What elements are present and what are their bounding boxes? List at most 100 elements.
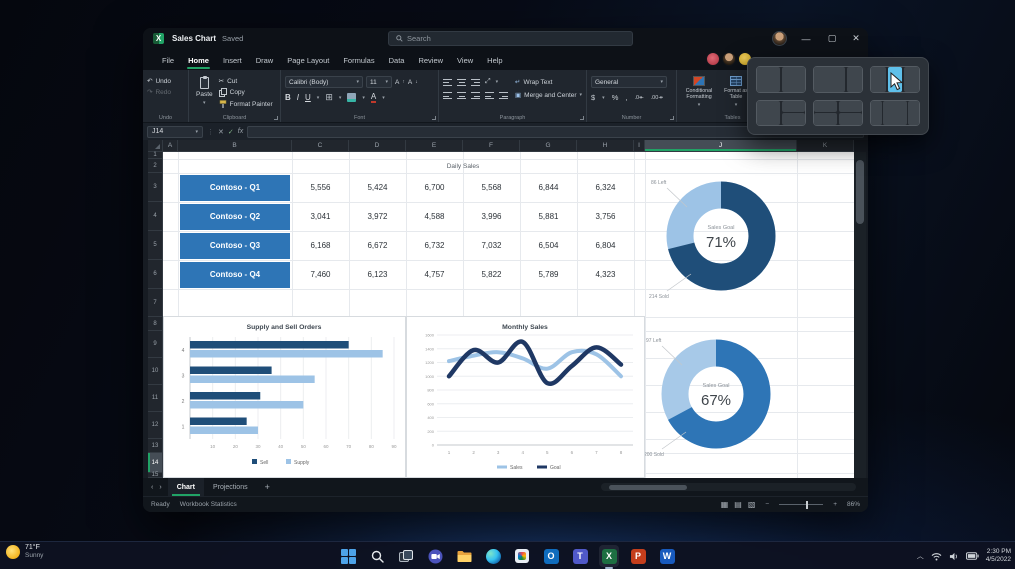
snap-zone[interactable]: [814, 101, 837, 113]
enter-formula-icon[interactable]: ✓: [228, 128, 234, 136]
table-cell[interactable]: 5,822: [463, 260, 520, 289]
paragraph-dialog-launcher[interactable]: [580, 116, 584, 120]
ribbon-tab-draw[interactable]: Draw: [249, 52, 281, 70]
close-button[interactable]: ✕: [844, 28, 868, 49]
powerpoint-icon[interactable]: P: [628, 545, 648, 567]
cut-button[interactable]: ✂Cut: [219, 77, 273, 85]
ribbon-tab-help[interactable]: Help: [480, 52, 509, 70]
line-chart[interactable]: Monthly Sales020040060080010001200140016…: [406, 316, 645, 478]
table-cell[interactable]: 3,756: [577, 202, 634, 231]
tray-chevron-icon[interactable]: ︿: [917, 551, 924, 561]
table-cell[interactable]: 5,789: [520, 260, 577, 289]
zoom-slider[interactable]: [779, 504, 823, 506]
font-dialog-launcher[interactable]: [432, 116, 436, 120]
table-cell[interactable]: 4,588: [406, 202, 463, 231]
donut-chart[interactable]: Sales Goal67%97 Left200 Sold: [640, 318, 792, 470]
table-cell[interactable]: 5,424: [349, 173, 406, 202]
workbook-statistics-button[interactable]: Workbook Statistics: [180, 501, 237, 508]
decrease-decimal-button[interactable]: .00↠: [651, 95, 663, 101]
sheet-cells-area[interactable]: Daily SalesContoso - Q15,5565,4246,7005,…: [163, 152, 854, 478]
snap-zone[interactable]: [839, 113, 862, 125]
snap-layout-option-4[interactable]: [756, 100, 806, 127]
table-cell[interactable]: 5,881: [520, 202, 577, 231]
snap-zone[interactable]: [847, 67, 862, 92]
table-cell[interactable]: 7,032: [463, 231, 520, 260]
column-header-G[interactable]: G: [520, 140, 577, 152]
font-size-select[interactable]: 11▾: [366, 76, 392, 88]
table-cell[interactable]: 6,732: [406, 231, 463, 260]
align-center-button[interactable]: [457, 92, 466, 99]
ribbon-tab-review[interactable]: Review: [411, 52, 450, 70]
column-header-J[interactable]: J: [645, 140, 797, 152]
snap-zone[interactable]: [904, 67, 919, 92]
snap-zone[interactable]: [839, 101, 862, 113]
ribbon-tab-view[interactable]: View: [450, 52, 480, 70]
table-cell[interactable]: 3,041: [292, 202, 349, 231]
row-header-8[interactable]: 8: [148, 317, 163, 331]
select-all-corner[interactable]: [148, 140, 163, 152]
wifi-icon[interactable]: [931, 552, 942, 561]
snap-layout-option-1[interactable]: [756, 66, 806, 93]
row-header-9[interactable]: 9: [148, 331, 163, 358]
snap-zone[interactable]: [883, 101, 906, 126]
italic-button[interactable]: I: [297, 93, 299, 102]
start-icon[interactable]: [338, 545, 358, 567]
table-cell[interactable]: 6,700: [406, 173, 463, 202]
ribbon-tab-file[interactable]: File: [155, 52, 181, 70]
table-cell[interactable]: 6,123: [349, 260, 406, 289]
column-header-E[interactable]: E: [406, 140, 463, 152]
speaker-icon[interactable]: [949, 552, 959, 561]
row-header-7[interactable]: 7: [148, 289, 163, 317]
clipboard-dialog-launcher[interactable]: [274, 116, 278, 120]
snap-layout-option-2[interactable]: [813, 66, 863, 93]
row-header-6[interactable]: 6: [148, 260, 163, 289]
align-right-button[interactable]: [471, 92, 480, 99]
underline-button[interactable]: U: [305, 93, 311, 102]
row-header-14[interactable]: 14: [148, 453, 163, 473]
snap-zone[interactable]: [871, 67, 886, 92]
page-break-view-button[interactable]: ▧: [748, 500, 756, 509]
table-row-label[interactable]: Contoso - Q2: [179, 203, 291, 231]
fill-color-button[interactable]: [347, 93, 356, 102]
edge-icon[interactable]: [483, 545, 503, 567]
ribbon-tab-insert[interactable]: Insert: [216, 52, 249, 70]
fx-icon[interactable]: fx: [238, 128, 243, 135]
orientation-button[interactable]: ⤢: [485, 78, 491, 86]
battery-icon[interactable]: [966, 552, 979, 560]
donut-chart[interactable]: Sales Goal71%86 Left214 Sold: [645, 160, 797, 312]
table-cell[interactable]: 6,844: [520, 173, 577, 202]
table-cell[interactable]: 6,804: [577, 231, 634, 260]
vertical-scrollbar-thumb[interactable]: [856, 160, 864, 224]
clock[interactable]: 2:30 PM 4/5/2022: [986, 548, 1011, 564]
file-explorer-icon[interactable]: [454, 545, 474, 567]
row-header-10[interactable]: 10: [148, 358, 163, 385]
zoom-in-button[interactable]: +: [833, 501, 837, 508]
number-dialog-launcher[interactable]: [670, 116, 674, 120]
account-avatar[interactable]: [772, 31, 787, 46]
grow-font-button[interactable]: A↑: [395, 79, 405, 86]
currency-button[interactable]: $: [591, 93, 595, 102]
column-header-H[interactable]: H: [577, 140, 634, 152]
zoom-slider-thumb[interactable]: [806, 501, 809, 509]
ribbon-tab-formulas[interactable]: Formulas: [336, 52, 381, 70]
snap-zone[interactable]: [814, 67, 845, 92]
font-color-button[interactable]: A: [371, 93, 376, 103]
row-header-4[interactable]: 4: [148, 202, 163, 231]
bold-button[interactable]: B: [285, 93, 291, 102]
comma-button[interactable]: ,: [625, 93, 627, 102]
increase-indent-button[interactable]: [499, 92, 508, 99]
row-header-1[interactable]: 1: [148, 152, 163, 159]
format-painter-button[interactable]: Format Painter: [219, 100, 273, 108]
collaborator-avatar[interactable]: [722, 52, 736, 66]
table-cell[interactable]: 6,168: [292, 231, 349, 260]
snap-zone[interactable]: [757, 101, 780, 126]
number-format-select[interactable]: General▾: [591, 76, 667, 88]
shrink-font-button[interactable]: A↓: [408, 79, 418, 86]
cancel-formula-icon[interactable]: ✕: [218, 128, 224, 136]
prev-sheet-button[interactable]: ‹: [143, 484, 157, 491]
table-cell[interactable]: 5,556: [292, 173, 349, 202]
decrease-indent-button[interactable]: [485, 92, 494, 99]
column-header-F[interactable]: F: [463, 140, 520, 152]
sheet-tab-chart[interactable]: Chart: [168, 478, 204, 496]
next-sheet-button[interactable]: ›: [157, 484, 167, 491]
